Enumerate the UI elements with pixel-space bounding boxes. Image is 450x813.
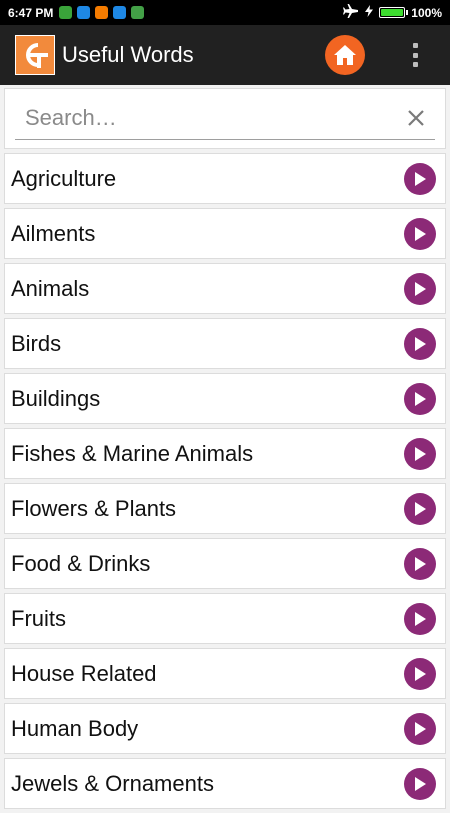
list-item[interactable]: Agriculture <box>4 153 446 204</box>
category-label: Agriculture <box>11 165 117 191</box>
play-arrow-icon[interactable] <box>404 438 436 470</box>
list-item[interactable]: Food & Drinks <box>4 538 446 589</box>
play-arrow-icon[interactable] <box>404 603 436 635</box>
airplane-mode-icon <box>343 4 359 21</box>
home-button[interactable] <box>325 35 365 75</box>
battery-icon <box>379 7 409 18</box>
search-input[interactable] <box>15 97 405 139</box>
list-item[interactable]: Human Body <box>4 703 446 754</box>
play-arrow-icon[interactable] <box>404 273 436 305</box>
search-bar <box>4 88 446 149</box>
home-icon <box>334 45 356 65</box>
category-label: Ailments <box>11 220 96 246</box>
overflow-dot <box>412 52 418 58</box>
category-label: Fruits <box>11 605 66 631</box>
status-time: 6:47 PM <box>8 5 54 20</box>
search-underline <box>15 139 435 140</box>
play-arrow-icon[interactable] <box>404 493 436 525</box>
category-label: Human Body <box>11 715 139 741</box>
android-icon <box>131 6 145 19</box>
overflow-menu-icon <box>412 43 418 48</box>
category-label: Flowers & Plants <box>11 495 177 521</box>
play-arrow-icon[interactable] <box>404 548 436 580</box>
list-item[interactable]: Fishes & Marine Animals <box>4 428 446 479</box>
list-item[interactable]: Buildings <box>4 373 446 424</box>
overflow-dot <box>412 62 418 67</box>
play-arrow-icon[interactable] <box>404 713 436 745</box>
play-arrow-icon[interactable] <box>404 383 436 415</box>
category-label: Food & Drinks <box>11 550 151 576</box>
category-label: Jewels & Ornaments <box>11 770 214 796</box>
status-bar: 6:47 PM 100% <box>0 0 450 25</box>
play-arrow-icon[interactable] <box>404 163 436 195</box>
play-arrow-icon[interactable] <box>404 218 436 250</box>
category-label: House Related <box>11 660 157 686</box>
list-item[interactable]: Ailments <box>4 208 446 259</box>
blue-app-icon <box>77 6 91 19</box>
category-list: Agriculture Ailments Animals Birds Buildings… <box>4 153 446 813</box>
list-item[interactable]: House Related <box>4 648 446 699</box>
blue-download-icon <box>113 6 127 19</box>
close-icon <box>408 110 424 126</box>
category-label: Animals <box>11 275 90 301</box>
play-arrow-icon[interactable] <box>404 658 436 690</box>
app-title: Useful Words <box>62 42 194 67</box>
app-logo-icon[interactable] <box>15 35 55 75</box>
orange-app-icon <box>95 6 109 19</box>
category-label: Birds <box>11 330 62 356</box>
overflow-menu-button[interactable] <box>403 39 427 71</box>
green-app-icon <box>59 6 73 19</box>
battery-percent: 100% <box>411 5 442 20</box>
app-bar: Useful Words <box>0 25 450 85</box>
charging-icon <box>365 5 374 20</box>
list-item[interactable]: Birds <box>4 318 446 369</box>
play-arrow-icon[interactable] <box>404 768 436 800</box>
battery-level <box>381 9 404 16</box>
play-arrow-icon[interactable] <box>404 328 436 360</box>
list-item[interactable]: Flowers & Plants <box>4 483 446 534</box>
category-label: Fishes & Marine Animals <box>11 440 254 466</box>
list-item[interactable]: Animals <box>4 263 446 314</box>
list-item[interactable]: Jewels & Ornaments <box>4 758 446 809</box>
clear-search-button[interactable] <box>403 105 429 131</box>
category-label: Buildings <box>11 385 101 411</box>
list-item[interactable]: Fruits <box>4 593 446 644</box>
